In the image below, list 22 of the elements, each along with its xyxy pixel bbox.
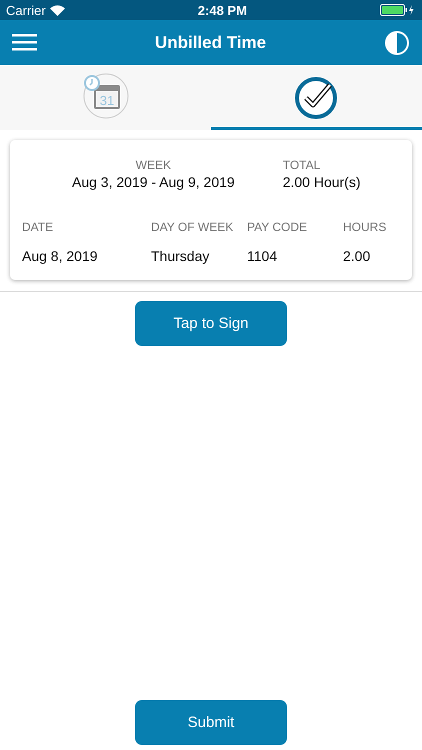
total-hours: 2.00 Hour(s) <box>282 174 361 190</box>
table-cell-text: Aug 8, 2019 <box>22 248 99 264</box>
table-cell-text: Thursday <box>151 248 210 264</box>
week-label: WEEK <box>136 158 172 172</box>
column-header: DATE <box>22 220 54 234</box>
status-time: 2:48 PM <box>198 2 247 18</box>
screen-title: Unbilled Time <box>154 32 266 52</box>
wifi-icon <box>50 4 65 16</box>
column-header: HOURS <box>343 220 388 234</box>
carrier-label: Carrier <box>6 2 46 18</box>
column-header: DAY OF WEEK <box>151 220 234 234</box>
table-cell-text: 2.00 <box>343 248 372 264</box>
table-cell-text: 1104 <box>247 248 278 264</box>
menu-icon[interactable] <box>12 34 37 51</box>
submit-button[interactable]: Submit <box>135 700 287 745</box>
column-header: PAY CODE <box>247 220 308 234</box>
battery-icon <box>380 4 416 16</box>
sign-button[interactable]: Tap to Sign <box>135 301 287 346</box>
week-range: Aug 3, 2019 - Aug 9, 2019 <box>72 174 235 190</box>
calendar-icon: 31 <box>82 72 130 120</box>
total-label: TOTAL <box>282 158 322 172</box>
contrast-icon[interactable] <box>384 30 410 56</box>
